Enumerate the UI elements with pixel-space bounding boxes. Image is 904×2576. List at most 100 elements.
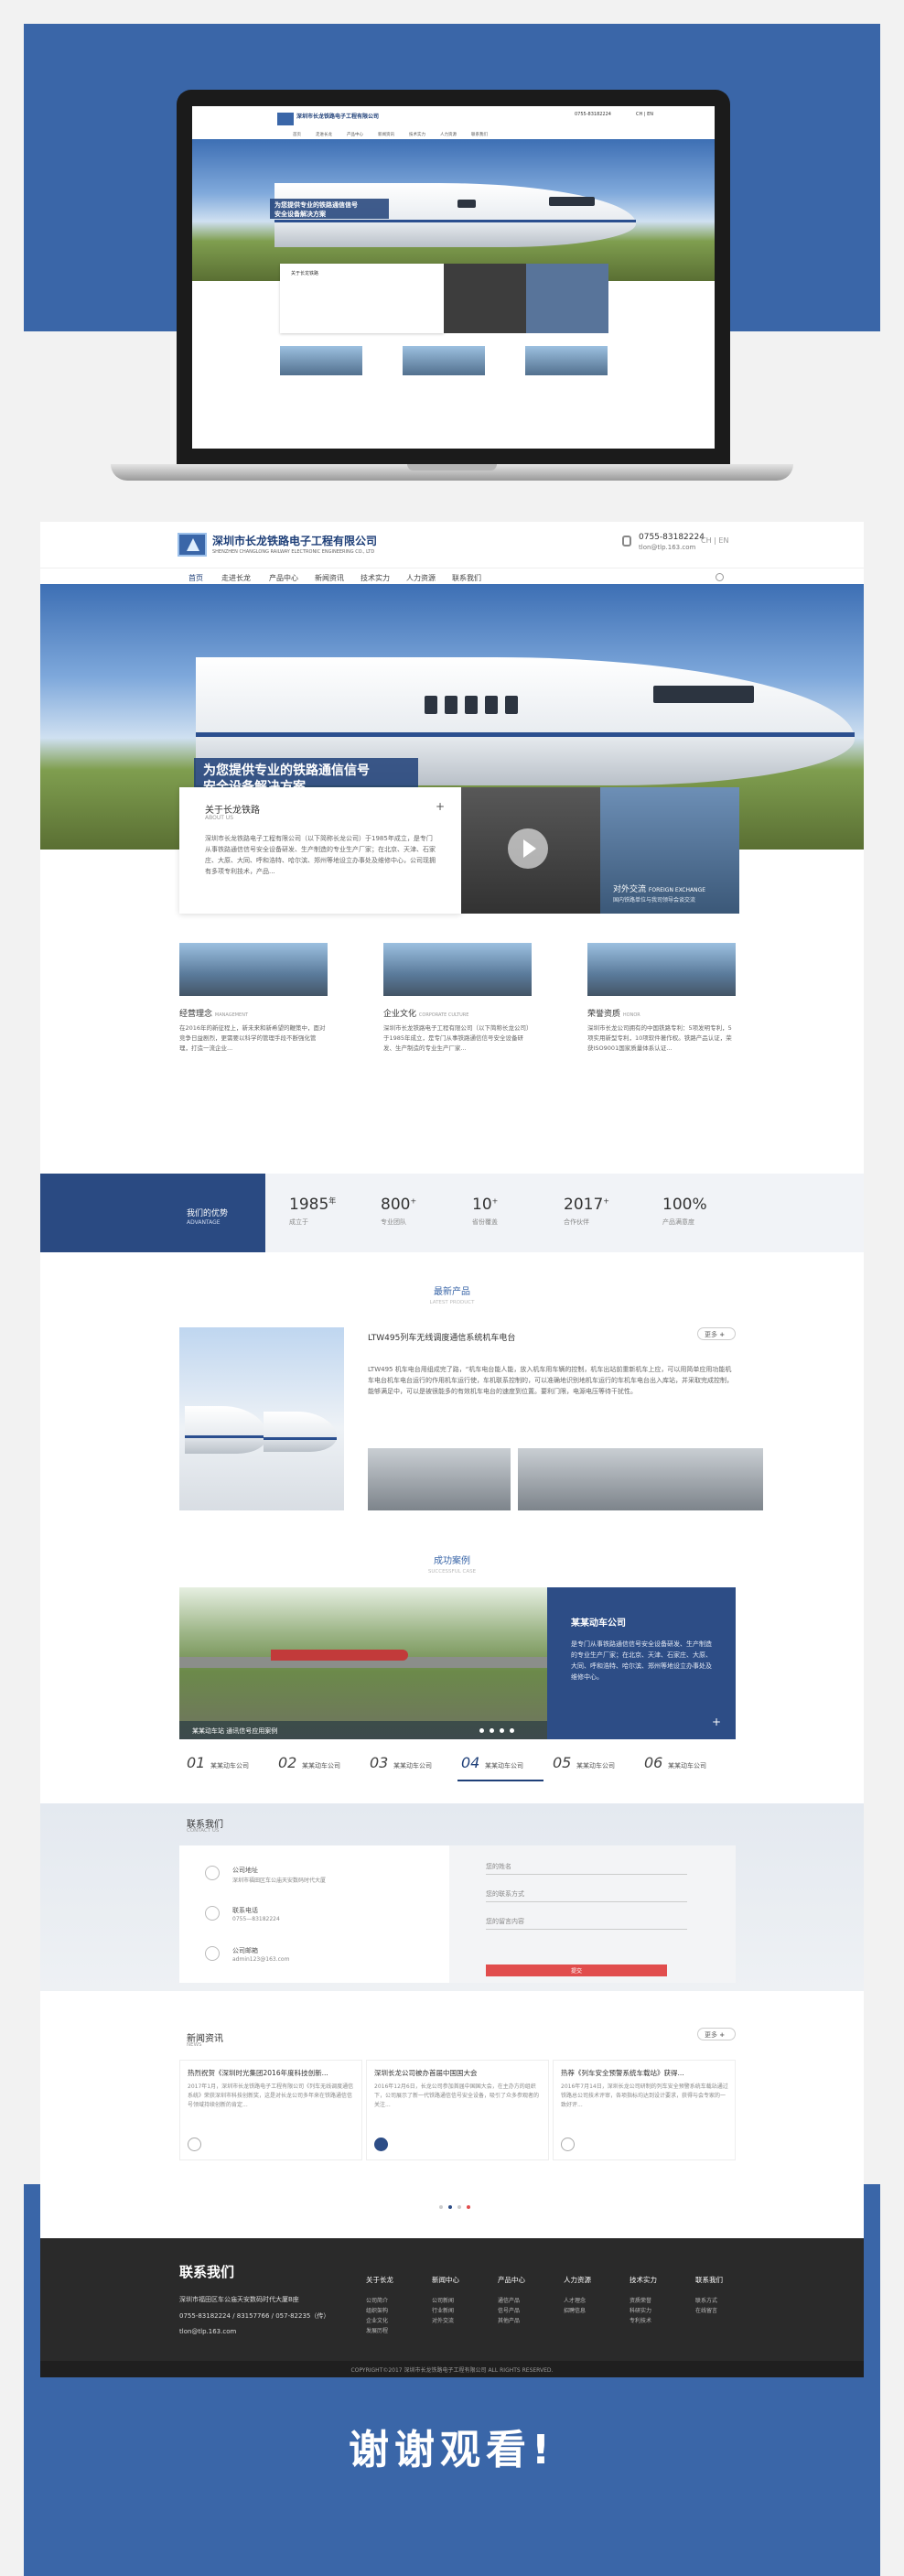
about-description: 深圳市长龙铁路电子工程有限公司（以下简称长龙公司）于1985年成立，是专门从事铁… [205, 835, 436, 875]
footer-link[interactable]: 对外交流 [432, 2316, 459, 2326]
product-name[interactable]: LTW495列车无线调度通信系统机车电台 [368, 1331, 515, 1343]
about-more-plus-icon[interactable]: + [436, 800, 445, 813]
exchange-box[interactable]: 对外交流 FOREIGN EXCHANGE 国内铁路单位与我司领导会谈交流 [600, 787, 739, 914]
news-card[interactable]: 热荐《列车安全预警系统车载站》获得... 2016年7月14日，深圳长龙公司研制… [553, 2060, 736, 2160]
product-thumbnail[interactable] [439, 1448, 511, 1510]
footer-col: 联系我们联系方式 在线留言 [695, 2275, 723, 2316]
feature-honor[interactable]: 荣誉资质 HONOR 深圳市长龙公司拥有的中国铁路专利：5项发明专利，5项实用新… [587, 943, 736, 1052]
slider-dot[interactable] [500, 1728, 504, 1733]
slider-dot[interactable] [510, 1728, 514, 1733]
mini-logo-title: 深圳市长龙铁路电子工程有限公司 [296, 114, 380, 120]
news-card-title[interactable]: 热烈祝贺《深圳时光集团2016年度科技创新... [188, 2068, 328, 2078]
stat-label: 产品满意度 [662, 1218, 694, 1226]
logo-icon[interactable] [178, 533, 207, 557]
nav-item-about[interactable]: 走进长龙 [221, 573, 251, 583]
product-thumbnail[interactable] [683, 1448, 763, 1510]
phone-field[interactable]: 您的联系方式 [486, 1882, 687, 1902]
footer-col-head[interactable]: 联系我们 [695, 2275, 723, 2285]
footer-col-head[interactable]: 产品中心 [498, 2275, 525, 2285]
message-field[interactable]: 您的留言内容 [486, 1910, 687, 1930]
search-icon[interactable] [716, 573, 724, 581]
footer-link[interactable]: 通信产品 [498, 2296, 525, 2306]
contact-item-title: 公司地址 [232, 1867, 258, 1874]
pager-dot[interactable] [467, 2205, 470, 2209]
product-thumbnail[interactable] [518, 1448, 600, 1510]
footer-link[interactable]: 联系方式 [695, 2296, 723, 2306]
mini-nav: 首页 走进长龙 产品中心 新闻资讯 技术实力 人力资源 联系我们 [293, 132, 502, 137]
logo-subtitle: SHENZHEN CHANGLONG RAILWAY ELECTRONIC EN… [212, 549, 375, 555]
feature-management[interactable]: 经营理念 MANAGEMENT 在2016年的新征程上，新未来和新希望的鞭策中，… [179, 943, 328, 1052]
case-tab-06[interactable]: 06 某某动车公司 [644, 1754, 732, 1781]
footer-link[interactable]: 招聘信息 [564, 2306, 591, 2316]
logo-title[interactable]: 深圳市长龙铁路电子工程有限公司 [212, 533, 377, 548]
case-tab-02[interactable]: 02 某某动车公司 [278, 1754, 366, 1781]
arrow-right-icon[interactable] [561, 2138, 575, 2151]
news-pager-dots[interactable] [439, 2203, 476, 2212]
product-main-image[interactable] [179, 1327, 344, 1510]
advantage-stats: 我们的优势 ADVANTAGE 1985年 成立于 800+ 专业团队 10+ 省份覆… [40, 1174, 864, 1252]
feature-culture[interactable]: 企业文化 CORPORATE CULTURE 深圳市长龙铁路电子工程有限公司（以… [383, 943, 532, 1052]
footer-col-head[interactable]: 关于长龙 [366, 2275, 393, 2285]
footer-link[interactable]: 行业新闻 [432, 2306, 459, 2316]
name-field[interactable]: 您的姓名 [486, 1855, 687, 1875]
contact-subtitle: CONTACT US [187, 1828, 220, 1834]
slider-dot[interactable] [490, 1728, 494, 1733]
pager-dot[interactable] [457, 2205, 461, 2209]
case-side-title: 某某动车公司 [571, 1618, 626, 1629]
submit-button[interactable]: 提交 [486, 1964, 667, 1976]
language-switch[interactable]: CH | EN [701, 536, 728, 545]
slider-dot[interactable] [479, 1728, 484, 1733]
footer-link[interactable]: 组织架构 [366, 2306, 393, 2316]
cases-subtitle: SUCCESSFUL CASE [427, 1569, 477, 1575]
nav-item-products[interactable]: 产品中心 [269, 573, 298, 583]
arrow-right-icon[interactable] [188, 2138, 201, 2151]
pager-dot[interactable] [448, 2205, 452, 2209]
header-email[interactable]: tlon@tlp.163.com [639, 544, 695, 551]
case-tab-04[interactable]: 04 某某动车公司 [457, 1754, 549, 1781]
case-tab-03[interactable]: 03 某某动车公司 [370, 1754, 457, 1781]
product-thumbnail[interactable] [600, 1448, 683, 1510]
product-thumbnail[interactable] [368, 1448, 450, 1510]
footer-col-head[interactable]: 人力资源 [564, 2275, 591, 2285]
case-tab-num: 04 [461, 1754, 480, 1771]
news-card-title[interactable]: 深圳长龙公司被办首届中国国大会 [374, 2068, 478, 2078]
mini-thumb [280, 346, 362, 375]
footer-col-head[interactable]: 技术实力 [630, 2275, 657, 2285]
nav-item-home[interactable]: 首页 [188, 573, 203, 583]
contact-form: 您的姓名 您的联系方式 您的留言内容 提交 [449, 1845, 736, 1983]
footer-link[interactable]: 科研实力 [630, 2306, 657, 2316]
nav-item-contact[interactable]: 联系我们 [452, 573, 481, 583]
news-card-title[interactable]: 热荐《列车安全预警系统车载站》获得... [561, 2068, 684, 2078]
mini-nav-item: 联系我们 [471, 133, 488, 137]
footer-link[interactable]: 专利技术 [630, 2316, 657, 2326]
case-slider-dots[interactable] [479, 1726, 520, 1736]
footer-link[interactable]: 资质荣誉 [630, 2296, 657, 2306]
nav-item-tech[interactable]: 技术实力 [361, 573, 390, 583]
arrow-right-icon[interactable] [374, 2138, 388, 2151]
case-more-plus-icon[interactable]: + [712, 1716, 721, 1728]
products-title: 最新产品 [434, 1287, 470, 1297]
nav-item-hr[interactable]: 人力资源 [406, 573, 436, 583]
contact-item-value[interactable]: admin123@163.com [232, 1956, 289, 1963]
products-more-button[interactable]: 更多 + [697, 1327, 736, 1340]
footer-link[interactable]: 信号产品 [498, 2306, 525, 2316]
footer-link[interactable]: 发展历程 [366, 2326, 393, 2336]
pager-dot[interactable] [439, 2205, 443, 2209]
news-card[interactable]: 深圳长龙公司被办首届中国国大会 2016年12月6日，长龙公司参加首届中国国大会… [366, 2060, 549, 2160]
case-tab-05[interactable]: 05 某某动车公司 [553, 1754, 640, 1781]
footer-col-head[interactable]: 新闻中心 [432, 2275, 459, 2285]
footer-link[interactable]: 企业文化 [366, 2316, 393, 2326]
news-card[interactable]: 热烈祝贺《深圳时光集团2016年度科技创新... 2017年1月，深圳市长龙铁路… [179, 2060, 362, 2160]
footer-email[interactable]: tlon@tlp.163.com [179, 2328, 236, 2335]
footer-link[interactable]: 公司新闻 [432, 2296, 459, 2306]
nav-item-news[interactable]: 新闻资讯 [315, 573, 344, 583]
footer-link[interactable]: 公司简介 [366, 2296, 393, 2306]
case-image[interactable]: 某某动车站 通讯信号应用案例 [179, 1587, 547, 1739]
case-tab-01[interactable]: 01 某某动车公司 [187, 1754, 274, 1781]
footer-link[interactable]: 在线留言 [695, 2306, 723, 2316]
play-icon[interactable] [508, 828, 548, 869]
footer-link[interactable]: 其他产品 [498, 2316, 525, 2326]
news-more-label: 更多 [705, 2031, 717, 2039]
footer-link[interactable]: 人才理念 [564, 2296, 591, 2306]
news-more-button[interactable]: 更多 + [697, 2028, 736, 2040]
